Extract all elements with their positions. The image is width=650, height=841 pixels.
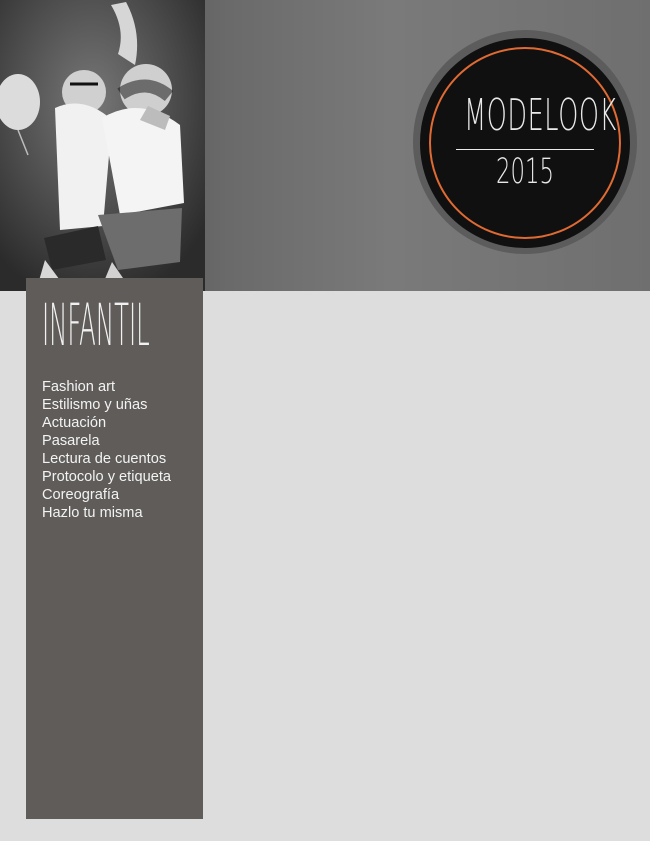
brand-year: 2015	[496, 152, 554, 192]
list-item: Fashion art	[42, 379, 116, 395]
brand-divider	[456, 149, 594, 150]
list-item: Protocolo y etiqueta	[42, 469, 171, 485]
section-title: INFANTIL	[42, 291, 150, 359]
photo-icon	[0, 0, 205, 291]
brand-title: MODELOOK	[464, 90, 617, 141]
infantil-panel: INFANTIL Fashion art Estilismo y uñas Ac…	[26, 278, 203, 819]
list-item: Coreografía	[42, 487, 120, 503]
document-page: MODELOOK 2015 INFANTIL Fashion art Estil…	[0, 0, 650, 841]
list-item: Hazlo tu misma	[42, 505, 143, 521]
list-item: Actuación	[42, 415, 107, 431]
logo-text: MODELOOK 2015	[420, 38, 630, 248]
list-item: Estilismo y uñas	[42, 397, 148, 413]
list-item: Lectura de cuentos	[42, 451, 167, 467]
activity-list: Fashion art Estilismo y uñas Actuación P…	[42, 378, 171, 522]
header-banner: MODELOOK 2015	[0, 0, 650, 291]
list-item: Pasarela	[42, 433, 100, 449]
header-photo	[0, 0, 205, 291]
